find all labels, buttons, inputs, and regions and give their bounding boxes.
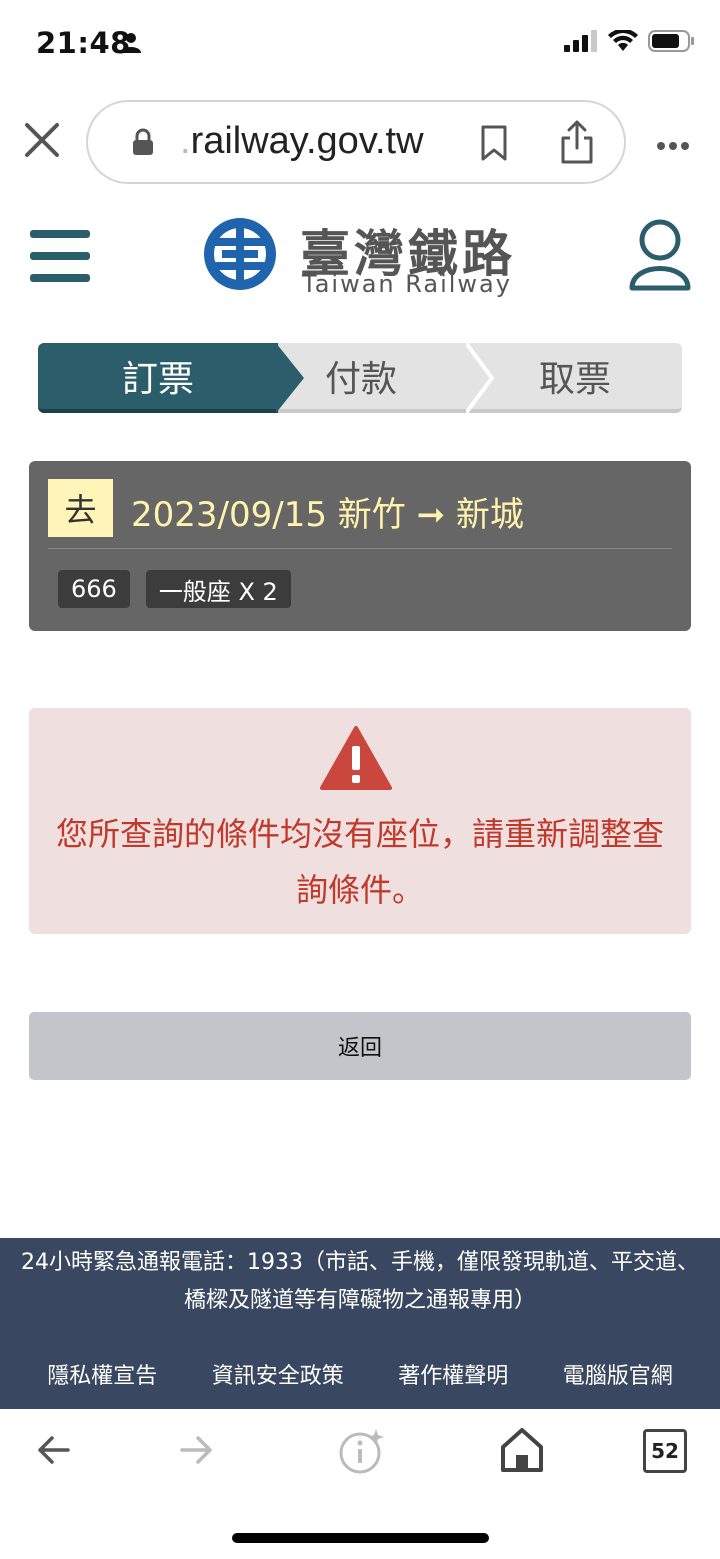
back-arrow-icon[interactable] — [36, 1435, 70, 1469]
person-icon — [120, 32, 142, 58]
wifi-icon — [608, 28, 638, 56]
site-footer: 24小時緊急通報電話：1933（市話、手機，僅限發現軌道、平交道、橋樑及隧道等有… — [0, 1238, 720, 1409]
railway-emblem-icon — [204, 218, 276, 290]
trip-tags: 666 一般座 X 2 — [58, 570, 291, 608]
step-separator-icon — [466, 343, 495, 413]
step-active-arrow-icon — [276, 343, 304, 413]
share-icon[interactable] — [560, 120, 594, 168]
footer-link-copyright[interactable]: 著作權聲明 — [398, 1358, 508, 1390]
battery-icon — [648, 30, 694, 56]
step-label: 取票 — [538, 359, 611, 400]
footer-links: 隱私權宣告 資訊安全政策 著作權聲明 電腦版官網 — [0, 1358, 720, 1390]
divider — [48, 548, 672, 549]
alert-message: 您所查詢的條件均沒有座位，請重新調整查詢條件。 — [55, 815, 664, 909]
hamburger-menu-icon[interactable] — [30, 230, 90, 286]
address-bar[interactable]: .railway.gov.tw — [86, 100, 626, 184]
trip-route: 2023/09/15 新竹 ➞ 新城 — [131, 495, 524, 535]
url-domain: railway.gov.tw — [190, 120, 424, 162]
back-button[interactable]: 返回 — [29, 1012, 691, 1080]
browser-toolbar: .railway.gov.tw — [0, 90, 720, 200]
footer-link-privacy[interactable]: 隱私權宣告 — [47, 1358, 157, 1390]
warning-icon — [320, 726, 392, 794]
step-label: 訂票 — [121, 359, 194, 400]
page-info-icon[interactable] — [338, 1427, 386, 1479]
tab-count-button[interactable]: 52 — [643, 1429, 687, 1473]
home-icon[interactable] — [500, 1427, 544, 1477]
site-header: 臺灣鐵路 Taiwan Railway — [0, 200, 720, 320]
footer-link-desktop-site[interactable]: 電腦版官網 — [563, 1358, 673, 1390]
status-bar: 21:48 — [0, 0, 720, 90]
step-pickup: 取票 — [468, 343, 682, 413]
site-logo[interactable]: 臺灣鐵路 Taiwan Railway — [200, 214, 512, 298]
no-seats-alert: 您所查詢的條件均沒有座位，請重新調整查詢條件。 — [29, 708, 691, 934]
more-options-icon[interactable] — [656, 136, 690, 155]
step-label: 付款 — [324, 359, 397, 400]
booking-steps: 取票 付款 訂票 — [38, 343, 682, 415]
logo-subtitle: Taiwan Railway — [302, 270, 512, 298]
url-text: .railway.gov.tw — [180, 120, 424, 163]
bookmark-icon[interactable] — [480, 124, 508, 166]
close-icon[interactable] — [22, 120, 62, 160]
status-time: 21:48 — [36, 26, 131, 60]
user-account-icon[interactable] — [628, 218, 692, 296]
forward-arrow-icon[interactable] — [180, 1435, 214, 1469]
step-booking: 訂票 — [38, 343, 278, 413]
lock-icon — [132, 128, 154, 160]
direction-badge: 去 — [48, 479, 113, 537]
train-number-tag: 666 — [58, 570, 130, 608]
home-indicator — [232, 1533, 489, 1543]
browser-bottom-nav: 52 — [0, 1409, 720, 1559]
trip-info-card: 去 2023/09/15 新竹 ➞ 新城 666 一般座 X 2 — [29, 461, 691, 631]
footer-link-security-policy[interactable]: 資訊安全政策 — [212, 1358, 344, 1390]
url-prefix: . — [180, 120, 191, 162]
emergency-notice: 24小時緊急通報電話：1933（市話、手機，僅限發現軌道、平交道、橋樑及隧道等有… — [21, 1250, 699, 1313]
seat-info-tag: 一般座 X 2 — [145, 570, 291, 608]
cellular-signal-icon — [564, 30, 598, 56]
